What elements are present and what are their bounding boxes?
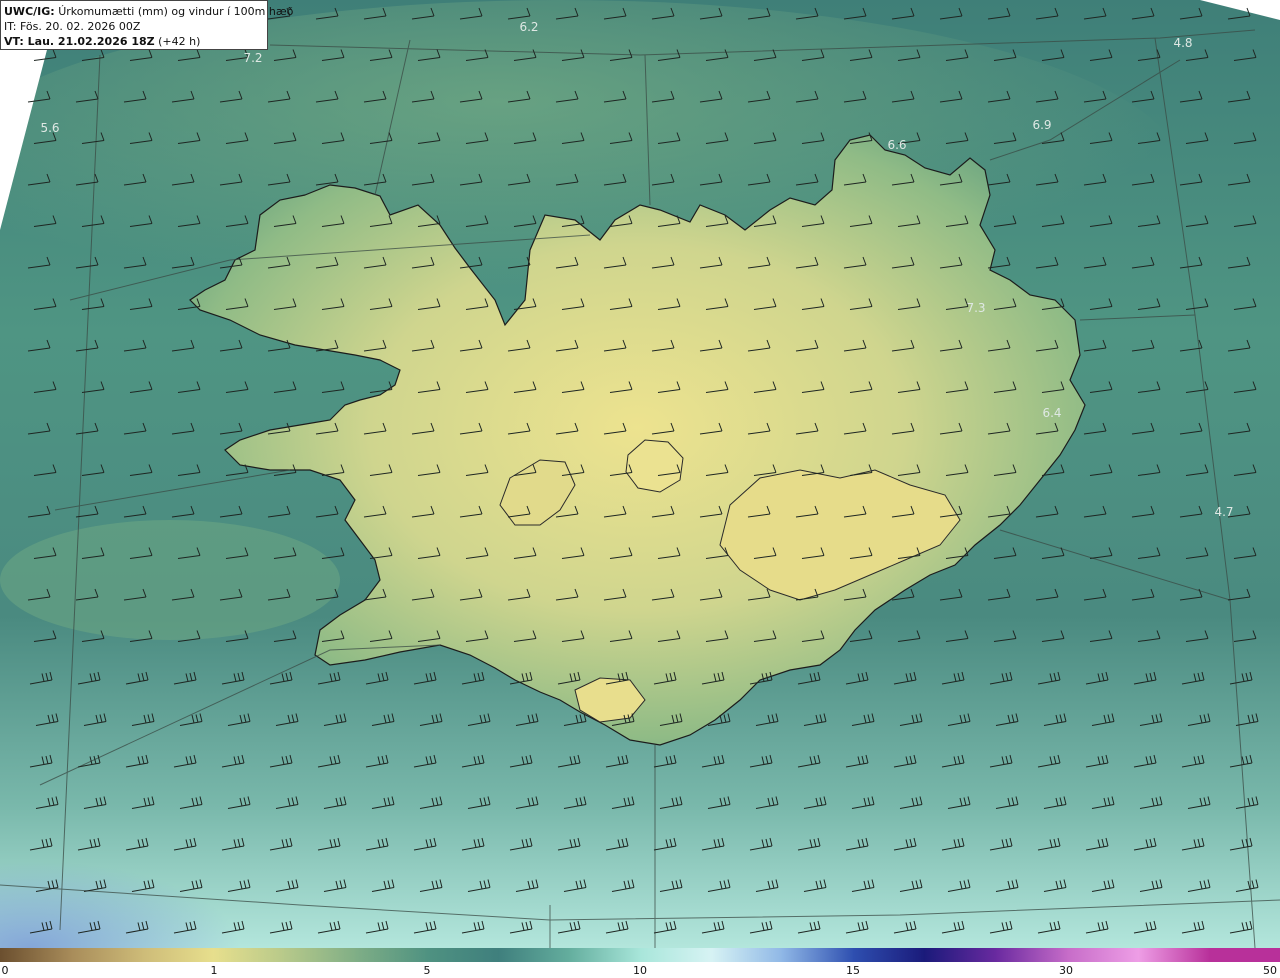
colorbar-segment (924, 948, 997, 962)
colorbar-segment (711, 948, 784, 962)
colorbar-tick: 10 (633, 964, 647, 977)
value-label: 6.9 (1032, 118, 1052, 132)
colorbar-segment (853, 948, 926, 962)
issue-time: IT: Fös. 20. 02. 2026 00Z (4, 20, 141, 33)
colorbar-segment (782, 948, 855, 962)
colorbar-tick: 5 (423, 964, 431, 977)
colorbar-segment (284, 948, 357, 962)
value-label: 4.8 (1173, 36, 1193, 50)
value-label: 7.3 (966, 301, 986, 315)
southwest-blue-region (0, 700, 600, 948)
value-label: 6.6 (887, 138, 907, 152)
colorbar-segment (995, 948, 1068, 962)
weather-map: 6.2 4.8 7.2 5.6 6.9 6.6 7.3 6.4 4.7 UWC/… (0, 0, 1280, 948)
colorbar-tick: 0 (1, 964, 9, 977)
colorbar-segment (0, 948, 73, 962)
colorbar-strip (0, 948, 1280, 962)
product-code: UWC/IG: (4, 5, 55, 18)
title-line: UWC/IG: Úrkomumætti (mm) og vindur í 100… (4, 4, 293, 19)
colorbar-tick: 30 (1059, 964, 1073, 977)
colorbar-segment (213, 948, 286, 962)
colorbar-segment (640, 948, 713, 962)
map-title: Úrkomumætti (mm) og vindur í 100m hæð (58, 5, 294, 18)
western-precip-tongue (0, 520, 340, 640)
colorbar-tick: 50 (1263, 964, 1277, 977)
value-label: 4.7 (1214, 505, 1234, 519)
value-label: 6.2 (519, 20, 539, 34)
colorbar-segment (497, 948, 570, 962)
colorbar-tick: 15 (846, 964, 860, 977)
value-label: 7.2 (243, 51, 263, 65)
value-label: 5.6 (40, 121, 60, 135)
colorbar-segment (71, 948, 144, 962)
valid-time-line: VT: Lau. 21.02.2026 18Z (+42 h) (4, 34, 264, 49)
colorbar-segment (355, 948, 428, 962)
valid-time: VT: Lau. 21.02.2026 18Z (4, 35, 155, 48)
colorbar-segment (426, 948, 499, 962)
colorbar-segment (1137, 948, 1210, 962)
colorbar: 0 1 5 10 15 30 50 (0, 948, 1280, 978)
colorbar-tick: 1 (210, 964, 218, 977)
map-canvas (0, 0, 1280, 948)
value-label: 6.4 (1042, 406, 1062, 420)
colorbar-segment (1066, 948, 1139, 962)
colorbar-segment (142, 948, 215, 962)
forecast-hour: (+42 h) (158, 35, 201, 48)
map-title-box: UWC/IG: Úrkomumætti (mm) og vindur í 100… (0, 0, 293, 50)
colorbar-segment (568, 948, 641, 962)
colorbar-segment (1208, 948, 1280, 962)
